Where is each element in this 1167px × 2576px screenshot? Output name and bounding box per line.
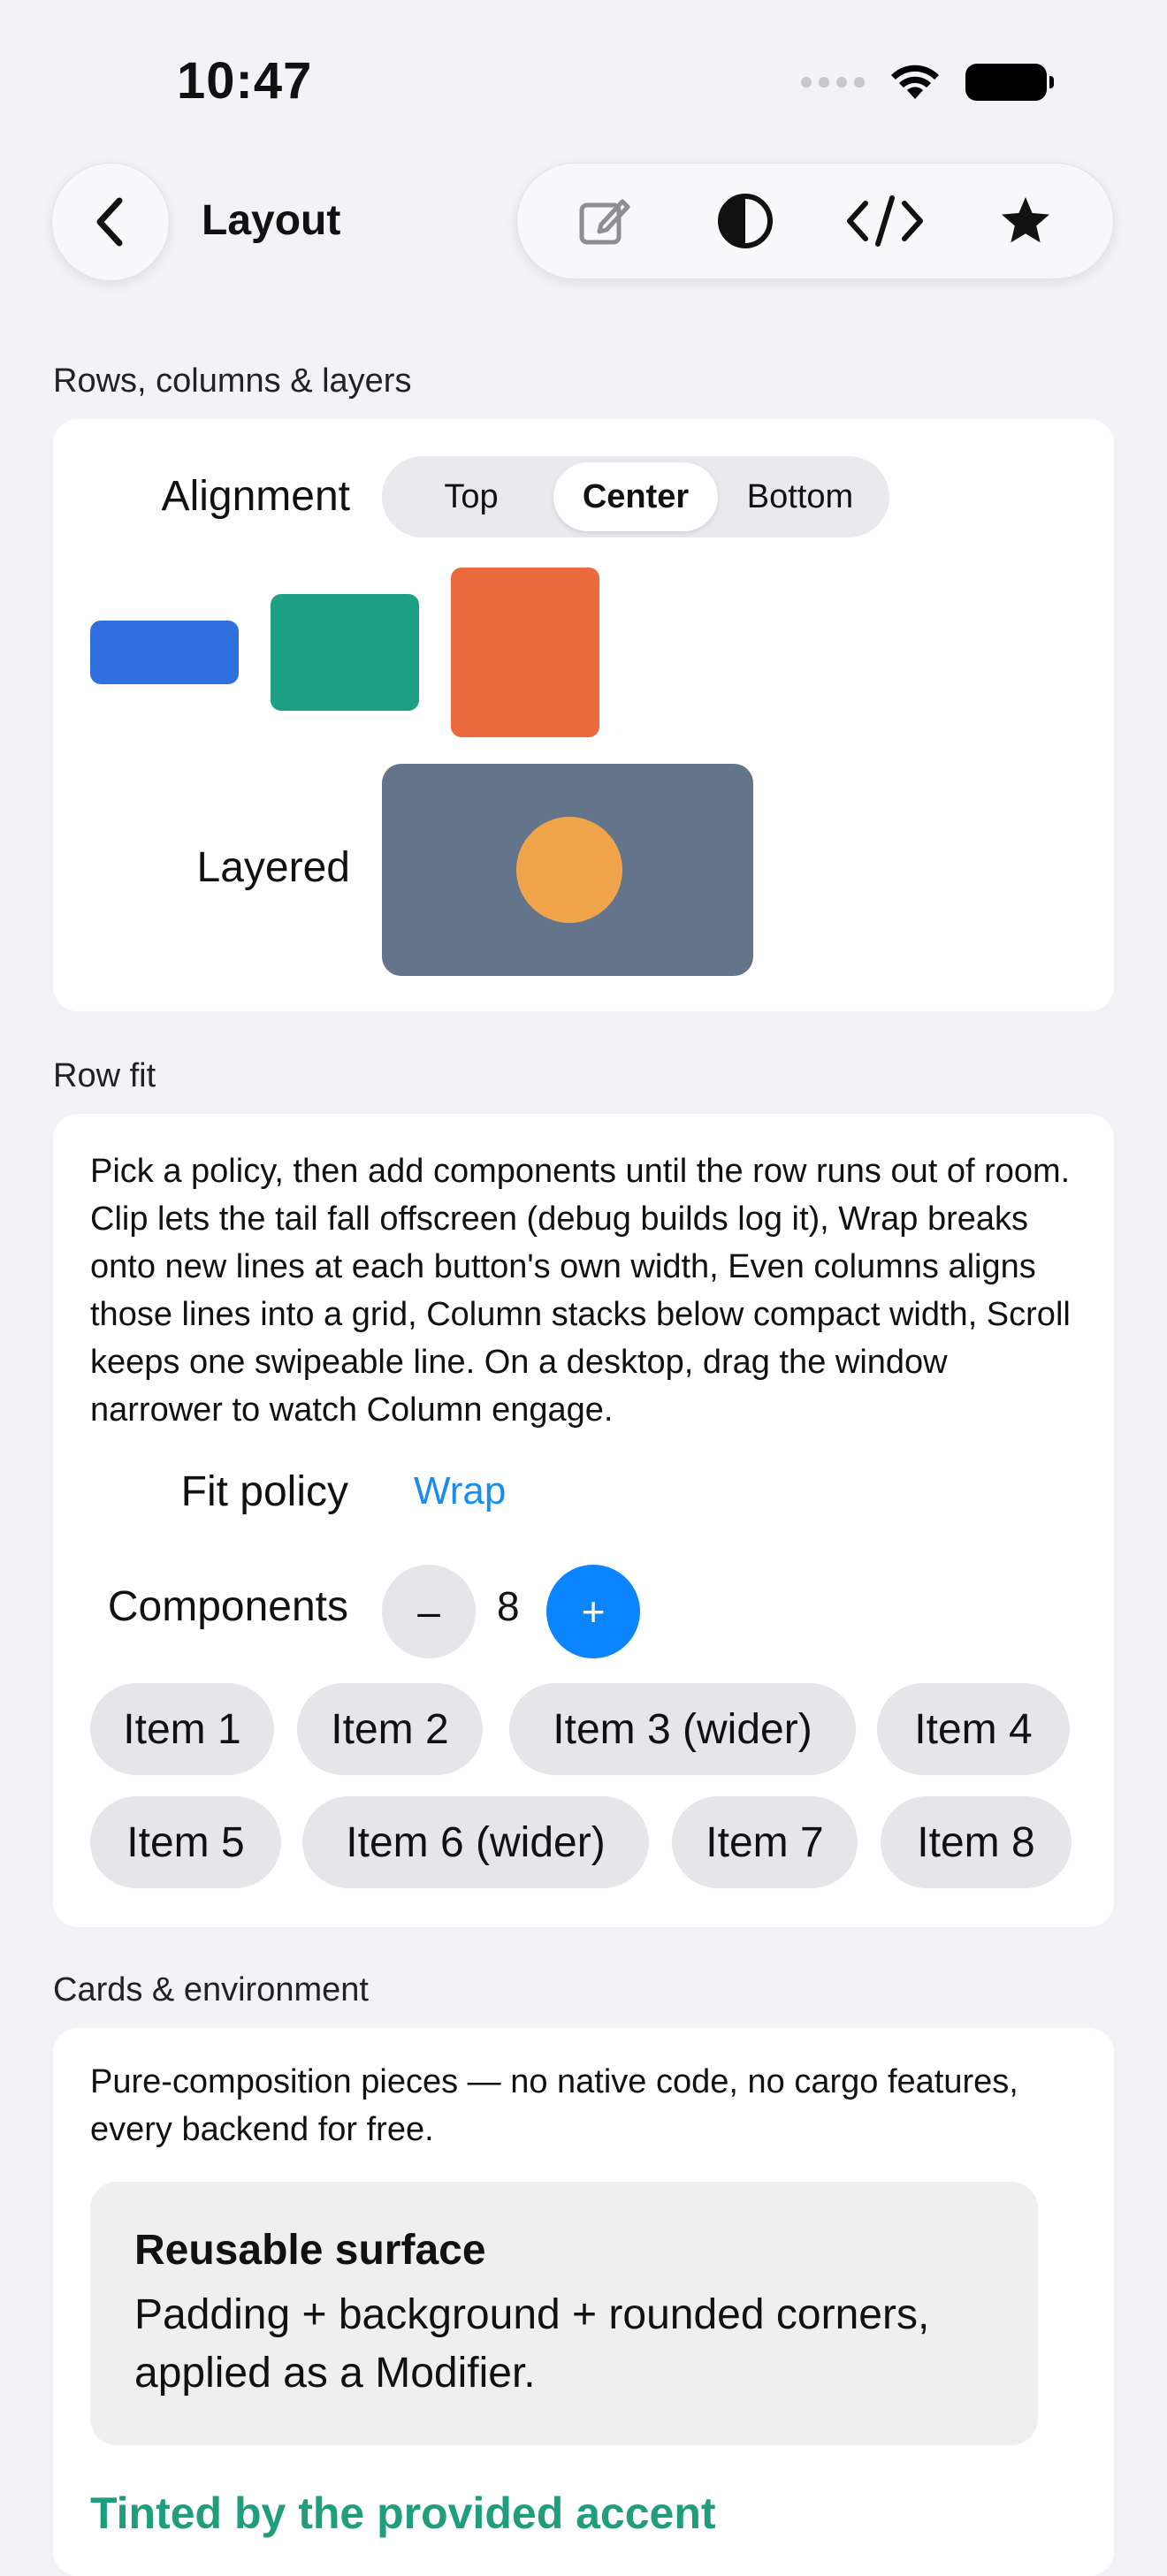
status-time: 10:47: [177, 52, 313, 110]
section-label-row-fit: Row fit: [53, 1057, 156, 1094]
status-icons: [801, 62, 1054, 103]
list-item[interactable]: Item 8: [881, 1796, 1072, 1888]
green-box: [271, 594, 419, 711]
segment-top[interactable]: Top: [389, 462, 553, 531]
decrement-button[interactable]: –: [382, 1565, 476, 1658]
view-code-button[interactable]: [836, 172, 934, 270]
cards-description: Pure-composition pieces — no native code…: [90, 2063, 1018, 2148]
fit-policy-picker[interactable]: Wrap: [414, 1469, 506, 1513]
contrast-icon: [717, 194, 773, 248]
segment-bottom[interactable]: Bottom: [718, 462, 882, 531]
fit-policy-label: Fit policy: [180, 1468, 348, 1515]
rows-columns-card: Alignment Top Center Bottom Layered: [53, 419, 1114, 1011]
row-fit-card: Pick a policy, then add components until…: [53, 1114, 1114, 1927]
appearance-toggle-button[interactable]: [697, 172, 794, 270]
cards-environment-card: Pure-composition pieces — no native code…: [53, 2028, 1114, 2576]
edit-icon: [579, 199, 630, 245]
toolbar: [516, 163, 1114, 279]
accent-tinted-text: Tinted by the provided accent: [90, 2488, 716, 2538]
alignment-segmented-control: Top Center Bottom: [382, 456, 889, 537]
orange-box: [451, 568, 599, 737]
list-item[interactable]: Item 3 (wider): [509, 1683, 856, 1775]
segment-center[interactable]: Center: [553, 462, 718, 531]
list-item[interactable]: Item 4: [877, 1683, 1070, 1775]
list-item[interactable]: Item 6 (wider): [302, 1796, 649, 1888]
reusable-surface-card: Reusable surface Padding + background + …: [90, 2182, 1038, 2445]
section-label-cards: Cards & environment: [53, 1971, 369, 2008]
alignment-label: Alignment: [161, 473, 350, 520]
list-item[interactable]: Item 1: [90, 1683, 274, 1775]
blue-box: [90, 621, 239, 684]
edit-button[interactable]: [556, 172, 653, 270]
surface-body: Padding + background + rounded corners, …: [134, 2291, 930, 2397]
surface-title: Reusable surface: [134, 2227, 486, 2274]
code-icon: [847, 195, 924, 247]
battery-icon: [965, 64, 1054, 101]
wifi-icon: [891, 65, 939, 99]
chevron-left-icon: [96, 197, 123, 247]
increment-button[interactable]: +: [546, 1565, 640, 1658]
status-bar: 10:47: [0, 0, 1167, 159]
back-button[interactable]: [51, 163, 170, 281]
component-count: 8: [497, 1583, 520, 1629]
signal-dots-icon: [801, 77, 865, 88]
star-icon: [1001, 197, 1049, 243]
navigation-bar: Layout: [0, 159, 1167, 283]
layered-circle: [516, 817, 622, 923]
page-title: Layout: [202, 197, 341, 244]
layered-rectangle: [382, 764, 753, 976]
favorite-button[interactable]: [977, 172, 1074, 270]
section-label-rows: Rows, columns & layers: [53, 362, 412, 400]
list-item[interactable]: Item 7: [672, 1796, 858, 1888]
list-item[interactable]: Item 2: [297, 1683, 483, 1775]
list-item[interactable]: Item 5: [90, 1796, 281, 1888]
row-fit-description: Pick a policy, then add components until…: [90, 1153, 1071, 1429]
layered-label: Layered: [196, 844, 350, 891]
components-label: Components: [107, 1583, 348, 1630]
